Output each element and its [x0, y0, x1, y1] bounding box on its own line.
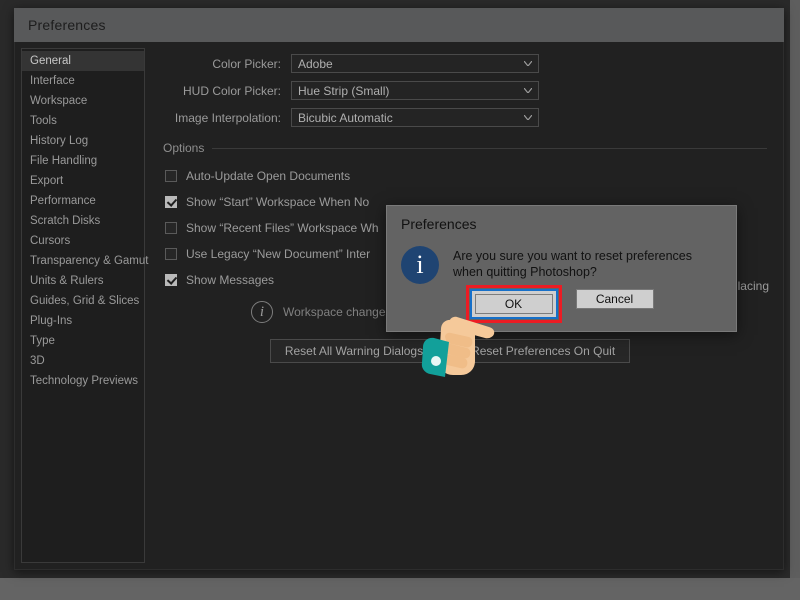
window-titlebar: Preferences — [14, 8, 784, 42]
checkbox-unchecked[interactable] — [165, 222, 177, 234]
sidebar-item-file-handling[interactable]: File Handling — [22, 151, 144, 171]
preferences-category-list[interactable]: General Interface Workspace Tools History Lo… — [21, 48, 145, 563]
dropdown-hud-color-picker[interactable]: Hue Strip (Small) — [291, 81, 539, 100]
dropdown-value: Hue Strip (Small) — [298, 84, 389, 98]
info-icon: i — [251, 301, 273, 323]
checkbox-checked[interactable] — [165, 274, 177, 286]
sidebar-item-label: History Log — [30, 135, 88, 147]
sidebar-item-label: Guides, Grid & Slices — [30, 295, 139, 307]
sidebar-item-label: Cursors — [30, 235, 70, 247]
chevron-down-icon — [524, 61, 532, 66]
dropdown-color-picker[interactable]: Adobe — [291, 54, 539, 73]
cancel-button[interactable]: Cancel — [576, 289, 654, 309]
sidebar-item-label: 3D — [30, 355, 45, 367]
sidebar-item-label: Performance — [30, 195, 96, 207]
dialog-button-row: OK Cancel — [387, 289, 736, 319]
sidebar-item-label: Type — [30, 335, 55, 347]
window-body: General Interface Workspace Tools History Lo… — [14, 42, 784, 570]
sidebar-item-guides-grid-slices[interactable]: Guides, Grid & Slices — [22, 291, 144, 311]
options-legend-label: Options — [163, 141, 204, 155]
reset-buttons-row: Reset All Warning Dialogs Reset Preferen… — [163, 339, 767, 363]
dialog-info-icon: i — [401, 246, 439, 284]
option-label: Show “Recent Files” Workspace Wh — [186, 221, 379, 235]
sidebar-item-label: Scratch Disks — [30, 215, 100, 227]
options-legend-rule — [212, 148, 767, 149]
sidebar-item-label: Transparency & Gamut — [30, 255, 148, 267]
option-label: Show “Start” Workspace When No — [186, 195, 369, 209]
checkbox-unchecked[interactable] — [165, 170, 177, 182]
checkbox-unchecked[interactable] — [165, 248, 177, 260]
sidebar-item-workspace[interactable]: Workspace — [22, 91, 144, 111]
field-label: Image Interpolation: — [163, 111, 291, 125]
sidebar-item-cursors[interactable]: Cursors — [22, 231, 144, 251]
sidebar-item-label: General — [30, 55, 71, 67]
preference-fields: Color Picker: Adobe HUD Color Picker: Hue S… — [163, 54, 767, 127]
sidebar-item-general[interactable]: General — [22, 51, 144, 71]
sidebar-item-history-log[interactable]: History Log — [22, 131, 144, 151]
option-row[interactable]: Auto-Update Open Documents — [165, 163, 767, 189]
sidebar-item-label: Technology Previews — [30, 375, 138, 387]
desktop-background: Preferences General Interface Workspace Too… — [0, 0, 800, 600]
sidebar-item-interface[interactable]: Interface — [22, 71, 144, 91]
reset-all-warning-dialogs-button[interactable]: Reset All Warning Dialogs — [270, 339, 438, 363]
sidebar-item-units-rulers[interactable]: Units & Rulers — [22, 271, 144, 291]
sidebar-item-scratch-disks[interactable]: Scratch Disks — [22, 211, 144, 231]
sidebar-item-plug-ins[interactable]: Plug-Ins — [22, 311, 144, 331]
sidebar-item-label: Tools — [30, 115, 57, 127]
field-row: Image Interpolation: Bicubic Automatic — [163, 108, 767, 127]
sidebar-item-label: Plug-Ins — [30, 315, 72, 327]
desktop-bottom-strip — [0, 578, 800, 600]
dialog-message: Are you sure you want to reset preferenc… — [453, 246, 722, 284]
option-label: Auto-Update Open Documents — [186, 169, 350, 183]
sidebar-item-performance[interactable]: Performance — [22, 191, 144, 211]
sidebar-item-label: Units & Rulers — [30, 275, 104, 287]
chevron-down-icon — [524, 88, 532, 93]
dialog-body: i Are you sure you want to reset prefere… — [387, 232, 736, 284]
ok-button[interactable]: OK — [475, 294, 553, 314]
dropdown-value: Adobe — [298, 57, 333, 71]
chevron-down-icon — [524, 115, 532, 120]
checkbox-checked[interactable] — [165, 196, 177, 208]
window-title: Preferences — [28, 17, 106, 33]
field-label: Color Picker: — [163, 57, 291, 71]
field-label: HUD Color Picker: — [163, 84, 291, 98]
sidebar-item-type[interactable]: Type — [22, 331, 144, 351]
sidebar-item-technology-previews[interactable]: Technology Previews — [22, 371, 144, 391]
sidebar-item-label: Workspace — [30, 95, 87, 107]
sidebar-item-3d[interactable]: 3D — [22, 351, 144, 371]
field-row: Color Picker: Adobe — [163, 54, 767, 73]
sidebar-item-transparency-gamut[interactable]: Transparency & Gamut — [22, 251, 144, 271]
sidebar-item-label: File Handling — [30, 155, 97, 167]
sidebar-item-export[interactable]: Export — [22, 171, 144, 191]
ok-button-highlight: OK — [470, 289, 558, 319]
desktop-right-strip — [790, 0, 800, 578]
sidebar-item-label: Export — [30, 175, 63, 187]
option-label: Use Legacy “New Document” Inter — [186, 247, 370, 261]
option-label: Show Messages — [186, 273, 274, 287]
dropdown-value: Bicubic Automatic — [298, 111, 393, 125]
reset-preferences-on-quit-button[interactable]: Reset Preferences On Quit — [456, 339, 630, 363]
confirm-dialog: Preferences i Are you sure you want to r… — [386, 205, 737, 332]
preferences-window: Preferences General Interface Workspace Too… — [14, 8, 784, 570]
sidebar-item-label: Interface — [30, 75, 75, 87]
sidebar-item-tools[interactable]: Tools — [22, 111, 144, 131]
options-legend-row: Options — [163, 141, 767, 155]
dropdown-image-interpolation[interactable]: Bicubic Automatic — [291, 108, 539, 127]
dialog-title: Preferences — [387, 206, 736, 232]
field-row: HUD Color Picker: Hue Strip (Small) — [163, 81, 767, 100]
